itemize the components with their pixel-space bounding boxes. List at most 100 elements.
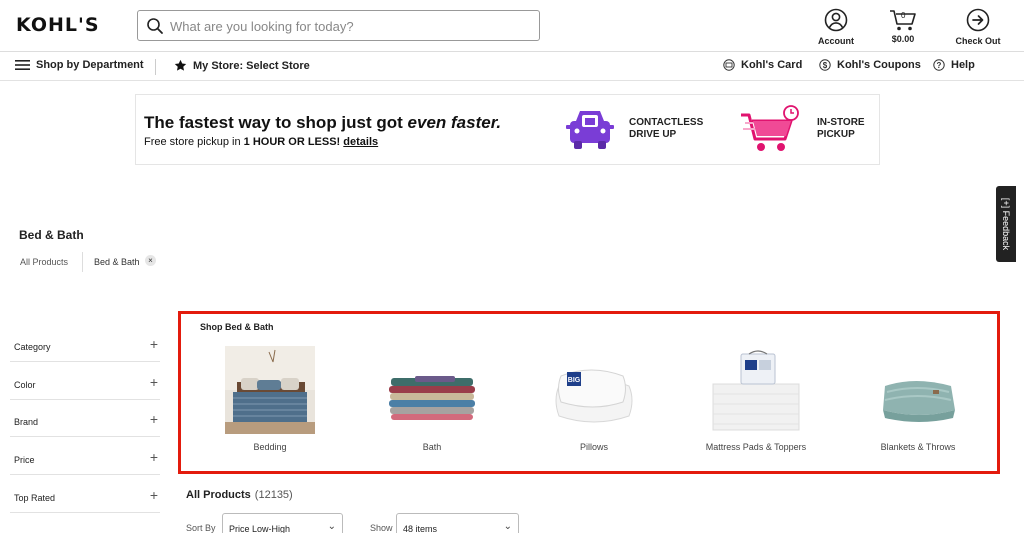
filter-label: Top Rated [14, 493, 56, 503]
filter-label: Price [14, 455, 35, 465]
in-store-line1: IN-STORE [817, 117, 865, 128]
breadcrumb-current: Bed & Bath [94, 257, 140, 267]
tile-label: Blankets & Throws [880, 442, 956, 452]
cart-button[interactable]: 0 $0.00 [873, 8, 933, 44]
svg-text:BIG: BIG [568, 377, 581, 384]
sort-value: Price Low-High [229, 524, 291, 533]
my-store-label: My Store: Select Store [193, 59, 310, 72]
all-products-label: All Products [186, 489, 251, 501]
chevron-down-icon: ⌄ [503, 521, 512, 532]
search-box[interactable] [137, 10, 540, 41]
show-label: Show [370, 523, 393, 533]
kohls-coupons-label: Kohl's Coupons [837, 59, 921, 71]
kohls-card-link[interactable]: Kohl's Card [723, 59, 802, 71]
category-tile-blankets[interactable]: Blankets & Throws [853, 346, 983, 453]
kohls-logo[interactable]: KOHL'S [16, 14, 100, 36]
in-store-pickup-cart-icon [741, 105, 799, 151]
plus-icon: + [149, 487, 158, 503]
nav-bar: Shop by Department My Store: Select Stor… [0, 53, 1024, 81]
bedding-photo-icon [225, 346, 315, 434]
drive-up-line1: CONTACTLESS [629, 117, 704, 128]
blanket-photo-icon [873, 346, 963, 434]
plus-icon: + [149, 449, 158, 465]
remove-filter-close-icon[interactable]: × [145, 255, 156, 266]
help-icon: ? [933, 59, 945, 71]
search-input[interactable] [170, 15, 530, 37]
account-button[interactable]: Account [806, 8, 866, 46]
filter-label: Color [14, 380, 36, 390]
drive-up-line2: DRIVE UP [629, 129, 677, 140]
filter-brand[interactable]: Brand + [10, 399, 160, 437]
account-label: Account [818, 36, 854, 46]
help-label: Help [951, 59, 975, 71]
sort-by-label: Sort By [186, 523, 216, 533]
pillow-photo-icon: BIG [549, 346, 639, 434]
top-header: KOHL'S Account 0 [0, 0, 1024, 52]
filter-color[interactable]: Color + [10, 362, 160, 400]
chevron-down-icon: ⌄ [327, 521, 336, 532]
filter-top-rated[interactable]: Top Rated + [10, 475, 160, 513]
page-title: Bed & Bath [19, 228, 84, 242]
cart-total: $0.00 [891, 34, 915, 44]
promo-sub-main: Free store pickup in [144, 136, 244, 148]
kohls-coupons-link[interactable]: $ Kohl's Coupons [819, 59, 921, 71]
plus-icon: + [149, 336, 158, 352]
filter-label: Brand [14, 417, 39, 427]
cart-icon: 0 [888, 8, 918, 32]
checkout-button[interactable]: Check Out [948, 8, 1008, 46]
plus-icon: + [149, 374, 158, 390]
my-store-button[interactable]: My Store: Select Store [174, 59, 310, 72]
drive-up-car-icon [566, 111, 614, 149]
towels-photo-icon [387, 346, 477, 434]
results-header: All Products (12135) [186, 489, 293, 501]
store-pickup-promo-banner[interactable]: The fastest way to shop just got even fa… [135, 94, 880, 165]
plus-icon: + [149, 411, 158, 427]
hamburger-menu-icon [15, 60, 30, 70]
checkout-label: Check Out [955, 36, 1001, 46]
promo-headline-main: The fastest way to shop just got [144, 113, 408, 132]
filter-price[interactable]: Price + [10, 437, 160, 475]
tile-label: Bedding [253, 442, 287, 452]
shop-by-department-label: Shop by Department [36, 59, 144, 71]
tile-label: Pillows [579, 442, 608, 452]
promo-subtext: Free store pickup in 1 HOUR OR LESS! det… [144, 136, 378, 148]
cart-count: 0 [901, 11, 906, 20]
kohls-card-label: Kohl's Card [741, 59, 803, 71]
shop-category-carousel: Shop Bed & Bath Bedding Bath BIG Pillows… [178, 311, 1000, 474]
results-count: (12135) [254, 489, 293, 501]
in-store-line2: PICKUP [817, 129, 855, 140]
breadcrumb-all-products[interactable]: All Products [20, 257, 68, 267]
drive-up-option-label: CONTACTLESS DRIVE UP [629, 117, 703, 141]
help-link[interactable]: ? Help [933, 59, 975, 71]
tile-label: Bath [422, 442, 442, 452]
feedback-label: [+] Feedback [1001, 197, 1011, 251]
shop-section-title: Shop Bed & Bath [200, 322, 274, 332]
breadcrumb-divider [82, 252, 83, 272]
page: KOHL'S Account 0 [0, 0, 1024, 533]
promo-headline: The fastest way to shop just got even fa… [144, 113, 501, 133]
category-tile-bath[interactable]: Bath [367, 346, 497, 453]
search-icon [147, 18, 163, 34]
in-store-pickup-option-label: IN-STORE PICKUP [817, 117, 865, 141]
promo-details-link[interactable]: details [343, 136, 378, 148]
svg-text:$: $ [823, 61, 828, 70]
feedback-tab[interactable]: [+] Feedback [996, 186, 1016, 262]
filter-label: Category [14, 342, 51, 352]
mattress-pad-photo-icon [711, 346, 801, 434]
category-tile-pillows[interactable]: BIG Pillows [529, 346, 659, 453]
filter-category[interactable]: Category + [10, 324, 160, 362]
shop-by-department-button[interactable]: Shop by Department [15, 59, 144, 71]
nav-divider [155, 59, 156, 75]
category-tile-bedding[interactable]: Bedding [205, 346, 335, 453]
items-per-page-select[interactable]: 48 items ⌄ [396, 513, 519, 533]
star-icon [174, 59, 187, 71]
category-tile-mattress-pads[interactable]: Mattress Pads & Toppers [691, 346, 821, 453]
sort-by-select[interactable]: Price Low-High ⌄ [222, 513, 343, 533]
show-value: 48 items [403, 524, 438, 533]
promo-headline-emphasis: even faster. [407, 113, 502, 132]
checkout-arrow-icon [966, 8, 990, 32]
account-icon [824, 8, 848, 32]
tile-label: Mattress Pads & Toppers [705, 442, 807, 452]
svg-text:?: ? [937, 61, 942, 70]
promo-sub-bold: 1 HOUR OR LESS! [243, 136, 341, 148]
